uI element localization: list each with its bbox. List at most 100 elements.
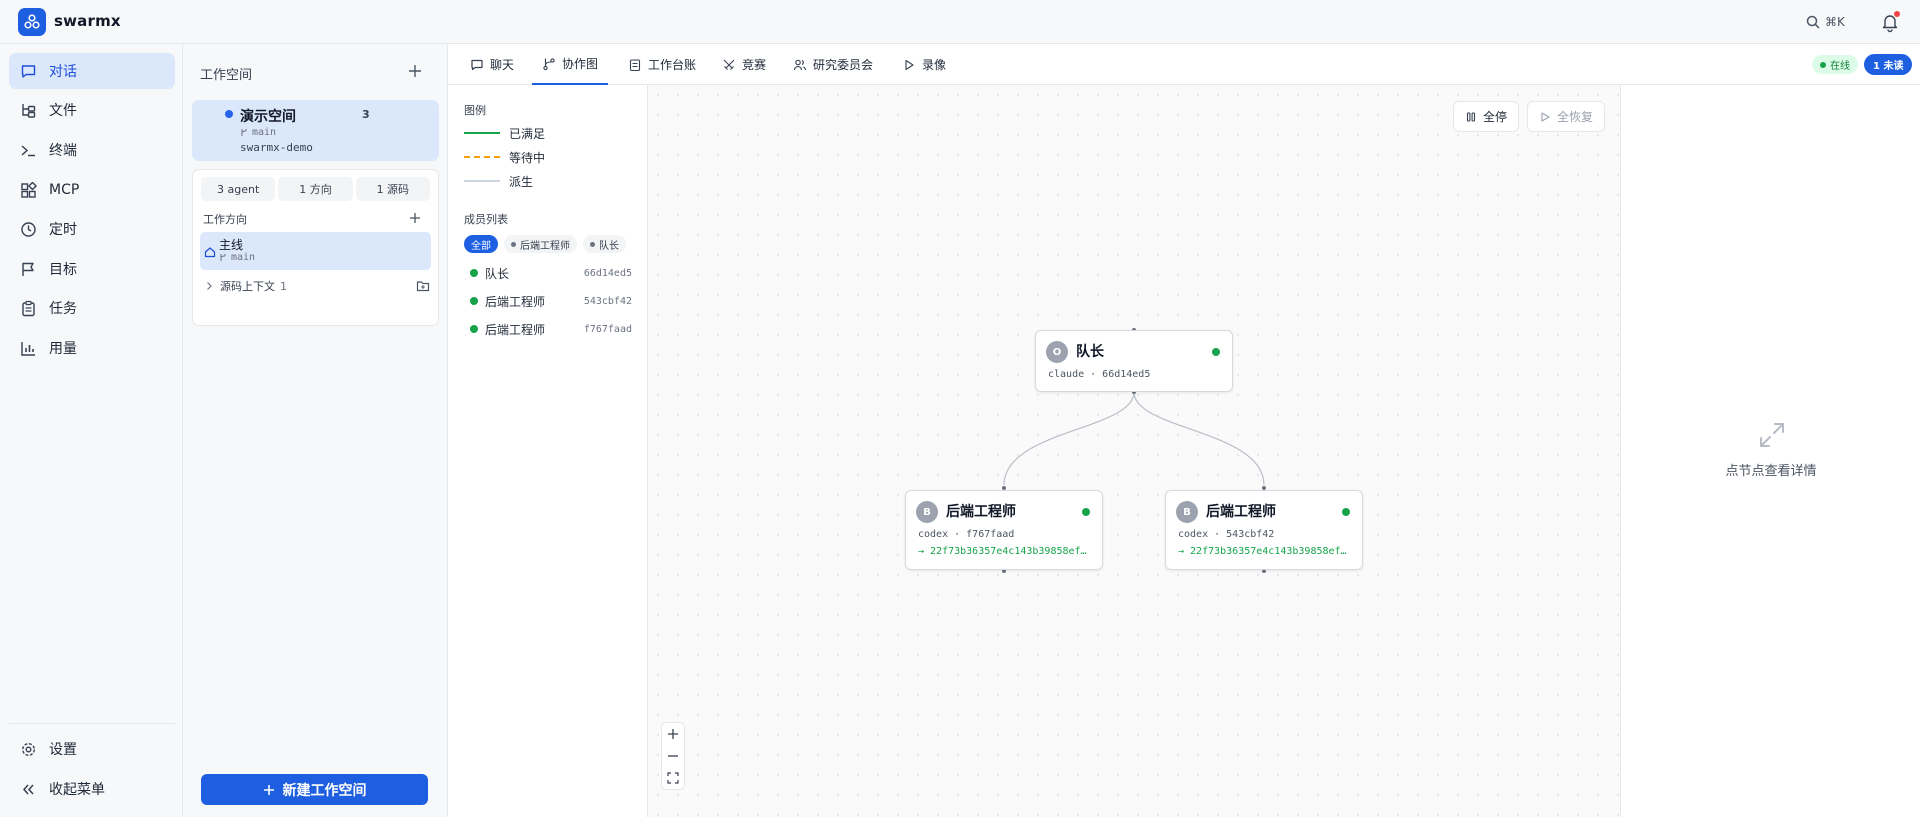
tab-label: 竞赛 xyxy=(742,58,767,72)
search-shortcut: ⌘K xyxy=(1825,15,1845,29)
member-row[interactable]: 队长 66d14ed5 xyxy=(470,264,632,282)
tab-label: 录像 xyxy=(922,58,947,72)
direction-branch: main xyxy=(219,252,255,263)
nav-item-chat[interactable]: 对话 xyxy=(9,53,175,89)
git-branch-icon xyxy=(543,57,555,70)
flag-icon xyxy=(19,260,37,278)
tab-label: 聊天 xyxy=(490,58,515,72)
tab-collab-graph[interactable]: 协作图 xyxy=(532,44,609,85)
new-workspace-button[interactable]: 新建工作空间 xyxy=(201,774,428,805)
collab-graph-canvas[interactable]: 全停 全恢复 O 队长 claude · 66d14ed5 B 后端工程师 co… xyxy=(648,85,1620,817)
fit-view-icon xyxy=(667,772,679,784)
legend-panel: 图例 已满足 等待中 派生 成员列表 全部 后端工程师 队长 队长 66d14e… xyxy=(448,85,648,817)
tab-competition[interactable]: 竞赛 xyxy=(712,44,776,85)
zoom-controls xyxy=(661,722,685,790)
legend-label: 派生 xyxy=(509,174,534,189)
nav-item-tasks[interactable]: 任务 xyxy=(9,290,175,326)
nav-label: 设置 xyxy=(49,742,77,758)
stat-directions: 1 方向 xyxy=(278,177,353,201)
source-context-count: 1 xyxy=(280,279,287,293)
dashed-line-swatch xyxy=(464,156,500,158)
nav-item-schedule[interactable]: 定时 xyxy=(9,211,175,247)
tabs-bar: 聊天 协作图 工作台账 竞赛 研究委员会 录像 在线 1 未读 xyxy=(448,44,1920,85)
online-label: 在线 xyxy=(1830,61,1850,72)
git-branch-icon xyxy=(220,254,226,261)
nav-label: 收起菜单 xyxy=(49,782,105,798)
workspace-card[interactable]: 演示空间 3 main swarmx-demo xyxy=(192,100,439,161)
notifications-button[interactable] xyxy=(1879,11,1901,33)
agent-meta: codex · f767faad xyxy=(918,529,1015,540)
nav-item-settings[interactable]: 设置 xyxy=(9,731,175,767)
tab-label: 工作台账 xyxy=(648,58,697,72)
agent-avatar: O xyxy=(1046,341,1068,363)
filter-captain[interactable]: 队长 xyxy=(583,235,626,253)
tab-label: 研究委员会 xyxy=(813,58,874,72)
stat-agents: 3 agent xyxy=(201,177,276,201)
direction-item-main[interactable]: 主线 main xyxy=(200,232,431,270)
tab-research-committee[interactable]: 研究委员会 xyxy=(783,44,883,85)
plus-icon xyxy=(409,65,421,77)
expand-icon xyxy=(1760,423,1784,447)
plus-icon xyxy=(668,729,678,739)
zoom-in-button[interactable] xyxy=(662,723,684,745)
top-bar: swarmx ⌘K xyxy=(0,0,1920,44)
agent-node-backend-2[interactable]: B 后端工程师 codex · 543cbf42 → 22f73b36357e4… xyxy=(1165,490,1363,570)
spawn-edge xyxy=(1133,391,1265,486)
member-name: 队长 xyxy=(485,266,510,281)
workspace-count: 3 xyxy=(362,108,370,121)
nav-item-files[interactable]: 文件 xyxy=(9,92,175,128)
unread-badge[interactable]: 1 未读 xyxy=(1864,54,1913,75)
brand-name: swarmx xyxy=(54,12,121,30)
nav-item-terminal[interactable]: 终端 xyxy=(9,132,175,168)
workspace-active-dot xyxy=(225,110,233,118)
swarmx-logo[interactable] xyxy=(18,8,46,36)
spawn-edge xyxy=(1003,391,1135,486)
notification-dot xyxy=(1894,11,1900,17)
nav-item-usage[interactable]: 用量 xyxy=(9,330,175,366)
tab-recording[interactable]: 录像 xyxy=(892,44,956,85)
nav-item-collapse[interactable]: 收起菜单 xyxy=(9,771,175,807)
clock-icon xyxy=(19,220,37,238)
source-context-row[interactable]: 源码上下文 1 xyxy=(203,277,432,295)
agent-node-backend-1[interactable]: B 后端工程师 codex · f767faad → 22f73b36357e4… xyxy=(905,490,1103,570)
member-id: f767faad xyxy=(583,323,632,335)
filter-all[interactable]: 全部 xyxy=(464,235,498,253)
zoom-out-button[interactable] xyxy=(662,745,684,767)
online-dot xyxy=(1820,61,1826,68)
swords-icon xyxy=(723,59,735,70)
tab-chat[interactable]: 聊天 xyxy=(460,44,524,85)
member-row[interactable]: 后端工程师 543cbf42 xyxy=(470,292,632,310)
ledger-icon xyxy=(629,58,641,71)
fit-view-button[interactable] xyxy=(662,767,684,789)
plus-icon xyxy=(263,784,274,795)
source-context-label: 源码上下文 xyxy=(220,280,275,293)
member-row[interactable]: 后端工程师 f767faad xyxy=(470,320,632,338)
online-status-badge: 在线 xyxy=(1812,55,1858,74)
add-direction-button[interactable] xyxy=(408,210,422,224)
search-button[interactable]: ⌘K xyxy=(1806,12,1845,32)
add-workspace-button[interactable] xyxy=(407,63,423,79)
nav-item-mcp[interactable]: MCP xyxy=(9,172,175,208)
agent-node-captain[interactable]: O 队长 claude · 66d14ed5 xyxy=(1035,330,1233,392)
git-branch-icon xyxy=(241,129,247,136)
home-icon xyxy=(204,247,216,258)
member-name: 后端工程师 xyxy=(485,294,546,309)
stat-sources: 1 源码 xyxy=(355,177,430,201)
clipboard-icon xyxy=(19,299,37,317)
blocks-icon xyxy=(19,181,37,199)
add-folder-button[interactable] xyxy=(416,279,430,293)
member-id: 543cbf42 xyxy=(583,295,632,307)
members-title: 成员列表 xyxy=(464,213,508,226)
member-status-dot xyxy=(470,325,478,333)
agent-name: 后端工程师 xyxy=(1206,504,1276,520)
legend-item-waiting: 等待中 xyxy=(464,149,545,165)
nav-item-goals[interactable]: 目标 xyxy=(9,251,175,287)
solid-line-swatch xyxy=(464,132,500,134)
tab-work-ledger[interactable]: 工作台账 xyxy=(618,44,706,85)
filter-backend-engineer[interactable]: 后端工程师 xyxy=(504,235,577,253)
branch-label: main xyxy=(231,252,256,263)
agent-commit: → 22f73b36357e4c143b39858ef… xyxy=(918,546,1087,557)
chip-dot xyxy=(511,241,516,247)
folder-plus-icon xyxy=(416,281,430,292)
chat-icon xyxy=(471,59,483,70)
